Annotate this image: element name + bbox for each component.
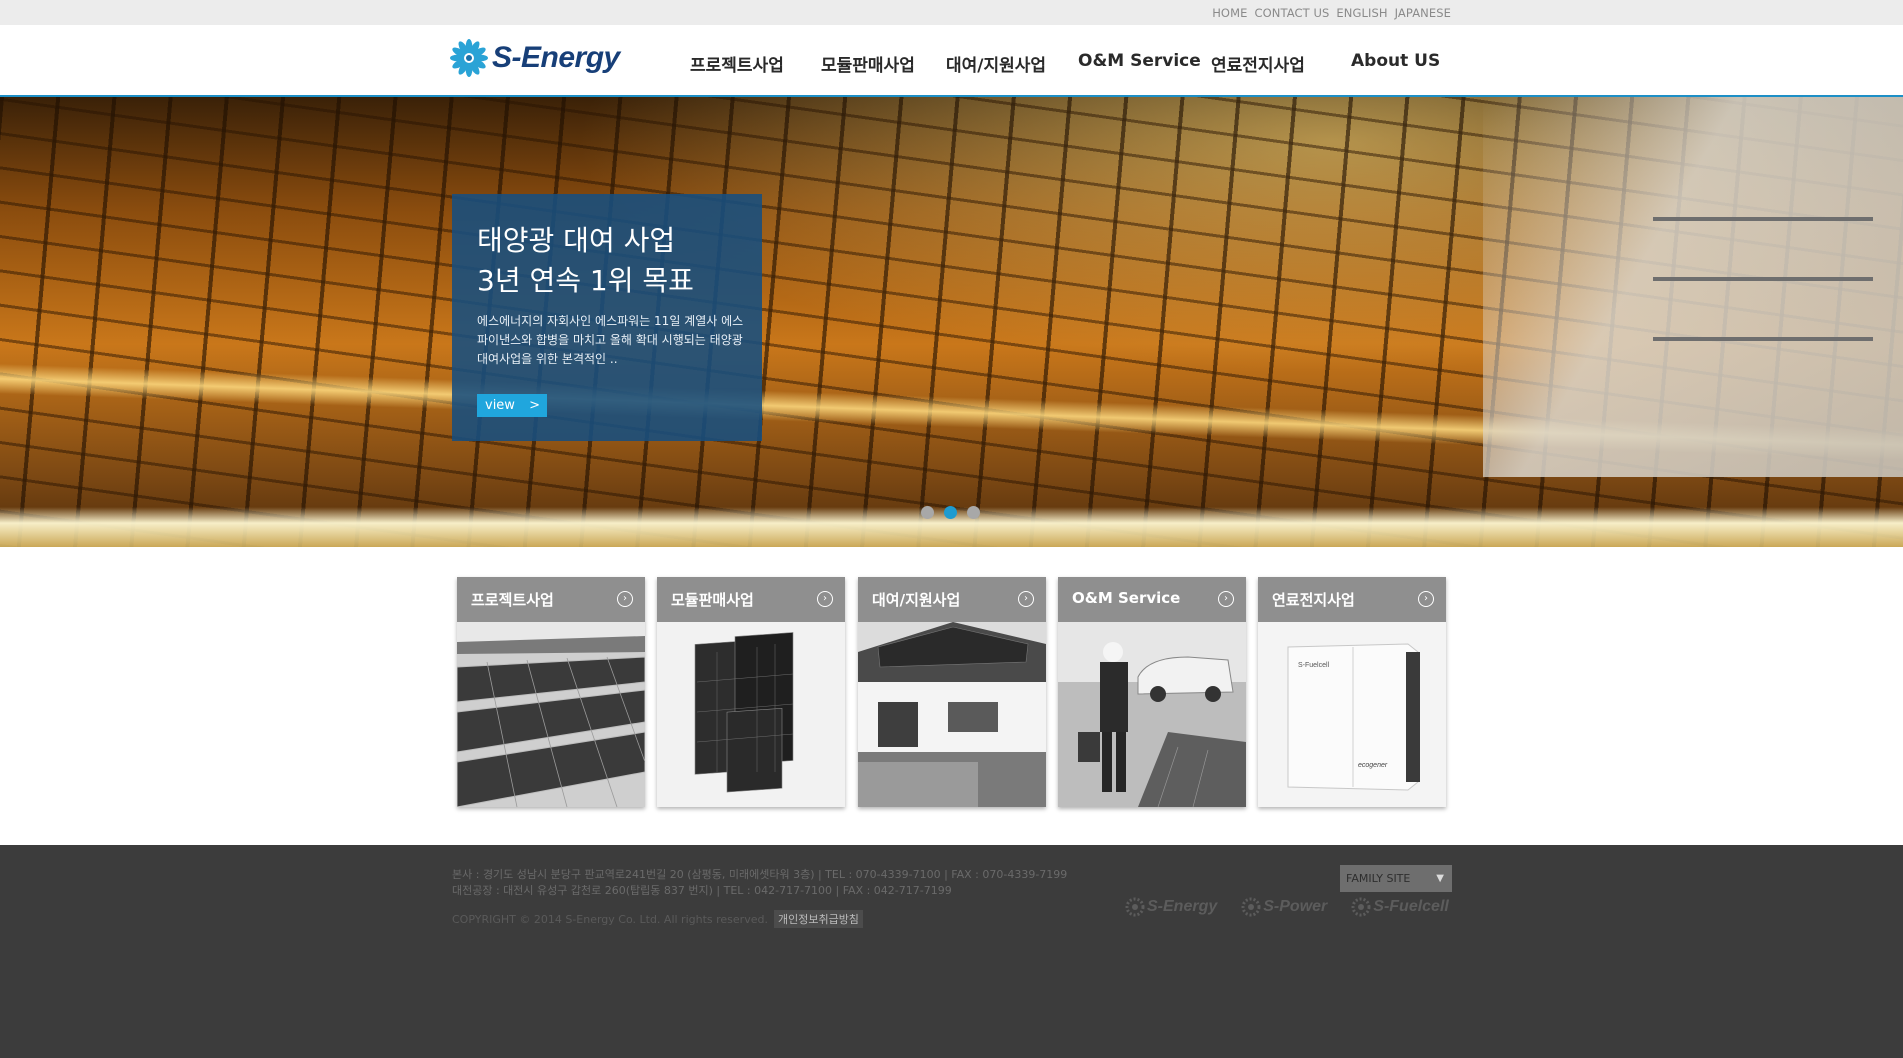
- card-fuelcell[interactable]: 연료전지사업 › S-Fuelcell ecogener: [1258, 577, 1446, 807]
- family-logo-s-power[interactable]: S-Power: [1241, 897, 1327, 917]
- util-link-contact[interactable]: CONTACT US: [1254, 6, 1329, 20]
- util-link-japanese[interactable]: JAPANESE: [1395, 6, 1451, 20]
- slide-dot-1[interactable]: [921, 506, 934, 519]
- arrow-circle-icon: ›: [817, 591, 833, 607]
- house-rooftop-image: [858, 622, 1046, 807]
- util-link-home[interactable]: HOME: [1212, 6, 1247, 20]
- site-header: S-Energy 프로젝트사업 모듈판매사업 대여/지원사업 O&M Servi…: [0, 25, 1903, 97]
- om-worker-image: [1058, 622, 1246, 807]
- nav-item-module-sales[interactable]: 모듈판매사업: [821, 51, 915, 76]
- nav-item-about[interactable]: About US: [1351, 51, 1440, 71]
- card-title: 프로젝트사업: [471, 591, 554, 609]
- company-info: 본사 : 경기도 성남시 분당구 판교역로241번길 20 (삼평동, 미래에셋…: [452, 867, 1067, 899]
- site-footer: 본사 : 경기도 성남시 분당구 판교역로241번길 20 (삼평동, 미래에셋…: [0, 845, 1903, 1058]
- nav-item-rental[interactable]: 대여/지원사업: [946, 51, 1046, 76]
- nav-item-project[interactable]: 프로젝트사업: [690, 51, 784, 76]
- hero-text-box: 태양광 대여 사업 3년 연속 1위 목표 에스에너지의 자회사인 에스파워는 …: [452, 194, 762, 441]
- card-module-sales[interactable]: 모듈판매사업 ›: [657, 577, 845, 807]
- fuelcell-unit-image: S-Fuelcell ecogener: [1258, 622, 1446, 807]
- family-site-label: FAMILY SITE: [1346, 872, 1411, 885]
- card-om-service[interactable]: O&M Service ›: [1058, 577, 1246, 807]
- solar-module-image: [657, 622, 845, 807]
- arrow-circle-icon: ›: [1418, 591, 1434, 607]
- utility-bar: HOME CONTACT US ENGLISH JAPANESE: [0, 0, 1903, 25]
- card-header: 모듈판매사업 ›: [657, 577, 845, 622]
- util-link-english[interactable]: ENGLISH: [1336, 6, 1387, 20]
- card-header: 대여/지원사업 ›: [858, 577, 1046, 622]
- card-title: 연료전지사업: [1272, 591, 1355, 609]
- business-section: 프로젝트사업 › 모듈판매사업 › 대여/지원사업 › O&M Service …: [0, 547, 1903, 845]
- hero-equipment: [1483, 97, 1903, 477]
- nav-item-om-service[interactable]: O&M Service: [1078, 51, 1201, 71]
- family-logo-s-energy[interactable]: S-Energy: [1125, 897, 1217, 917]
- flower-icon: [1125, 897, 1145, 917]
- card-header: O&M Service ›: [1058, 577, 1246, 622]
- hero-description: 에스에너지의 자회사인 에스파워는 11일 계열사 에스파이낸스와 합병을 마치…: [477, 314, 744, 366]
- family-logos: S-Energy S-Power S-Fuelcell: [1125, 897, 1449, 917]
- nav-item-fuelcell[interactable]: 연료전지사업: [1211, 51, 1305, 76]
- utility-links: HOME CONTACT US ENGLISH JAPANESE: [1212, 6, 1451, 20]
- copyright-text: COPYRIGHT © 2014 S-Energy Co. Ltd. All r…: [452, 912, 768, 926]
- hero-title-line1: 태양광 대여 사업: [477, 224, 676, 257]
- logo-flower-icon: [450, 39, 488, 77]
- slide-dot-3[interactable]: [967, 506, 980, 519]
- hq-address: 본사 : 경기도 성남시 분당구 판교역로241번길 20 (삼평동, 미래에셋…: [452, 868, 1068, 881]
- caret-down-icon: ▼: [1436, 873, 1444, 884]
- card-project[interactable]: 프로젝트사업 ›: [457, 577, 645, 807]
- hero-title-line2: 3년 연속 1위 목표: [477, 264, 694, 297]
- card-title: 대여/지원사업: [872, 591, 961, 609]
- card-rental[interactable]: 대여/지원사업 ›: [858, 577, 1046, 807]
- logo[interactable]: S-Energy: [449, 38, 620, 78]
- slide-dot-2[interactable]: [944, 506, 957, 519]
- logo-text: S-Energy: [492, 41, 620, 74]
- flower-icon: [1241, 897, 1261, 917]
- factory-address: 대전공장 : 대전시 유성구 갑천로 260(탑립동 837 번지) | TEL…: [452, 884, 952, 897]
- arrow-circle-icon: ›: [617, 591, 633, 607]
- slide-indicators: [921, 506, 980, 519]
- family-site-select[interactable]: FAMILY SITE ▼: [1340, 865, 1452, 892]
- card-header: 프로젝트사업 ›: [457, 577, 645, 622]
- flower-icon: [1351, 897, 1371, 917]
- arrow-circle-icon: ›: [1018, 591, 1034, 607]
- privacy-policy-link[interactable]: 개인정보취급방침: [773, 910, 863, 928]
- view-button-label: view: [485, 398, 515, 413]
- copyright-row: COPYRIGHT © 2014 S-Energy Co. Ltd. All r…: [452, 910, 863, 928]
- fuelcell-brand-label: S-Fuelcell: [1298, 662, 1330, 669]
- view-button[interactable]: view >: [477, 394, 547, 417]
- card-header: 연료전지사업 ›: [1258, 577, 1446, 622]
- fuelcell-product-label: ecogener: [1358, 762, 1388, 769]
- arrow-circle-icon: ›: [1218, 591, 1234, 607]
- chevron-right-icon: >: [529, 398, 540, 413]
- card-title: 모듈판매사업: [671, 591, 754, 609]
- solar-field-image: [457, 622, 645, 807]
- hero-title: 태양광 대여 사업 3년 연속 1위 목표: [477, 221, 694, 301]
- family-logo-s-fuelcell[interactable]: S-Fuelcell: [1351, 897, 1449, 917]
- hero-banner: 태양광 대여 사업 3년 연속 1위 목표 에스에너지의 자회사인 에스파워는 …: [0, 97, 1903, 547]
- card-title: O&M Service: [1072, 589, 1181, 607]
